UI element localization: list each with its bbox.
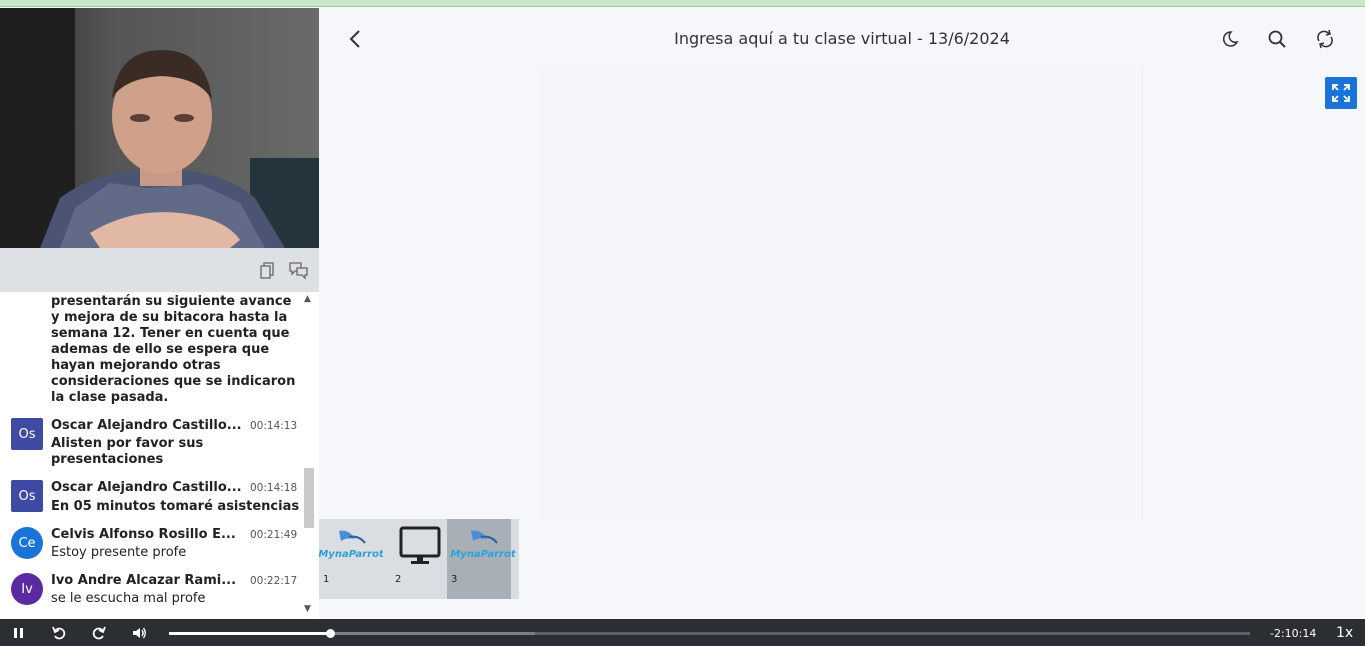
chat-message-time: 00:22:17 <box>250 575 298 587</box>
slide-thumbnails: MynaParrot 1 2 MynaParrot 3 <box>318 519 519 599</box>
webcam-video <box>0 8 319 248</box>
chat-scrollbar[interactable]: ▲ ▼ <box>302 292 316 619</box>
left-panel: presentarán su siguiente avance y mejora… <box>0 8 319 619</box>
chat-scrollbar-thumb[interactable] <box>304 468 314 528</box>
chat-message-author: Oscar Alejandro Castillo... <box>51 418 242 433</box>
avatar: Os <box>11 418 43 450</box>
browser-top-bar <box>0 0 1365 7</box>
slide-thumbnail[interactable]: MynaParrot 1 <box>318 519 385 599</box>
swap-layout-icon[interactable] <box>1314 28 1336 50</box>
dark-mode-moon-icon[interactable] <box>1219 28 1241 50</box>
avatar: Os <box>11 480 43 512</box>
volume-icon[interactable] <box>131 625 147 641</box>
scroll-down-icon[interactable]: ▼ <box>304 604 311 614</box>
playback-speed-button[interactable]: 1x <box>1336 625 1353 641</box>
progress-track[interactable] <box>169 629 1250 638</box>
avatar: Iv <box>11 573 43 605</box>
presentation-slide <box>542 68 1143 520</box>
expand-icon <box>1332 84 1350 102</box>
chat-message-author: Oscar Alejandro Castillo... <box>51 480 242 495</box>
page-title: Ingresa aquí a tu clase virtual - 13/6/2… <box>674 29 1010 48</box>
screen-share-monitor-icon <box>399 526 441 564</box>
forward-icon[interactable] <box>91 625 107 641</box>
rewind-icon[interactable] <box>51 625 67 641</box>
search-icon[interactable] <box>1266 28 1288 50</box>
chat-message-text: En 05 minutos tomaré asistencias <box>51 499 300 514</box>
chat-message-author: Ivo Andre Alcazar Rami... <box>51 573 237 588</box>
slide-number: 1 <box>323 574 330 585</box>
slide-number: 3 <box>451 574 458 585</box>
chat-message-list[interactable]: presentarán su siguiente avance y mejora… <box>0 292 319 619</box>
svg-text:MynaParrot: MynaParrot <box>319 549 383 560</box>
chat-message-text: Estoy presente profe <box>51 545 187 560</box>
chat-message-text: se le escucha mal profe <box>51 591 206 606</box>
fullscreen-button[interactable] <box>1325 77 1357 109</box>
webcam-controls-bar <box>0 248 319 292</box>
chat-message-time: 00:14:13 <box>250 420 298 432</box>
chat-message-text: Alisten por favor sus presentaciones <box>51 436 204 467</box>
scroll-up-icon[interactable]: ▲ <box>304 294 311 304</box>
mynaparrot-logo: MynaParrot <box>318 530 385 560</box>
progress-handle[interactable] <box>326 629 336 638</box>
chat-message-continued-text: presentarán su siguiente avance y mejora… <box>51 294 296 405</box>
svg-text:MynaParrot: MynaParrot <box>450 549 517 560</box>
chat-message-author: Celvis Alfonso Rosillo E... <box>51 527 236 542</box>
slide-thumbnail-active[interactable]: MynaParrot 3 <box>447 519 517 599</box>
slide-number: 2 <box>395 574 402 585</box>
playback-controls: -2:10:14 1x <box>0 619 1365 646</box>
time-remaining: -2:10:14 <box>1270 627 1317 640</box>
chat-message-time: 00:14:18 <box>250 482 298 494</box>
chat-message-time: 00:21:49 <box>250 529 298 541</box>
presentation-area: Ingresa aquí a tu clase virtual - 13/6/2… <box>318 8 1365 619</box>
progress-played <box>169 632 331 635</box>
avatar: Ce <box>11 527 43 559</box>
copy-icon[interactable] <box>258 260 278 280</box>
chat-bubbles-icon[interactable] <box>288 260 308 280</box>
pause-icon[interactable] <box>11 625 27 641</box>
slide-thumbnail[interactable]: 2 <box>391 519 455 599</box>
mynaparrot-logo: MynaParrot <box>450 530 517 560</box>
